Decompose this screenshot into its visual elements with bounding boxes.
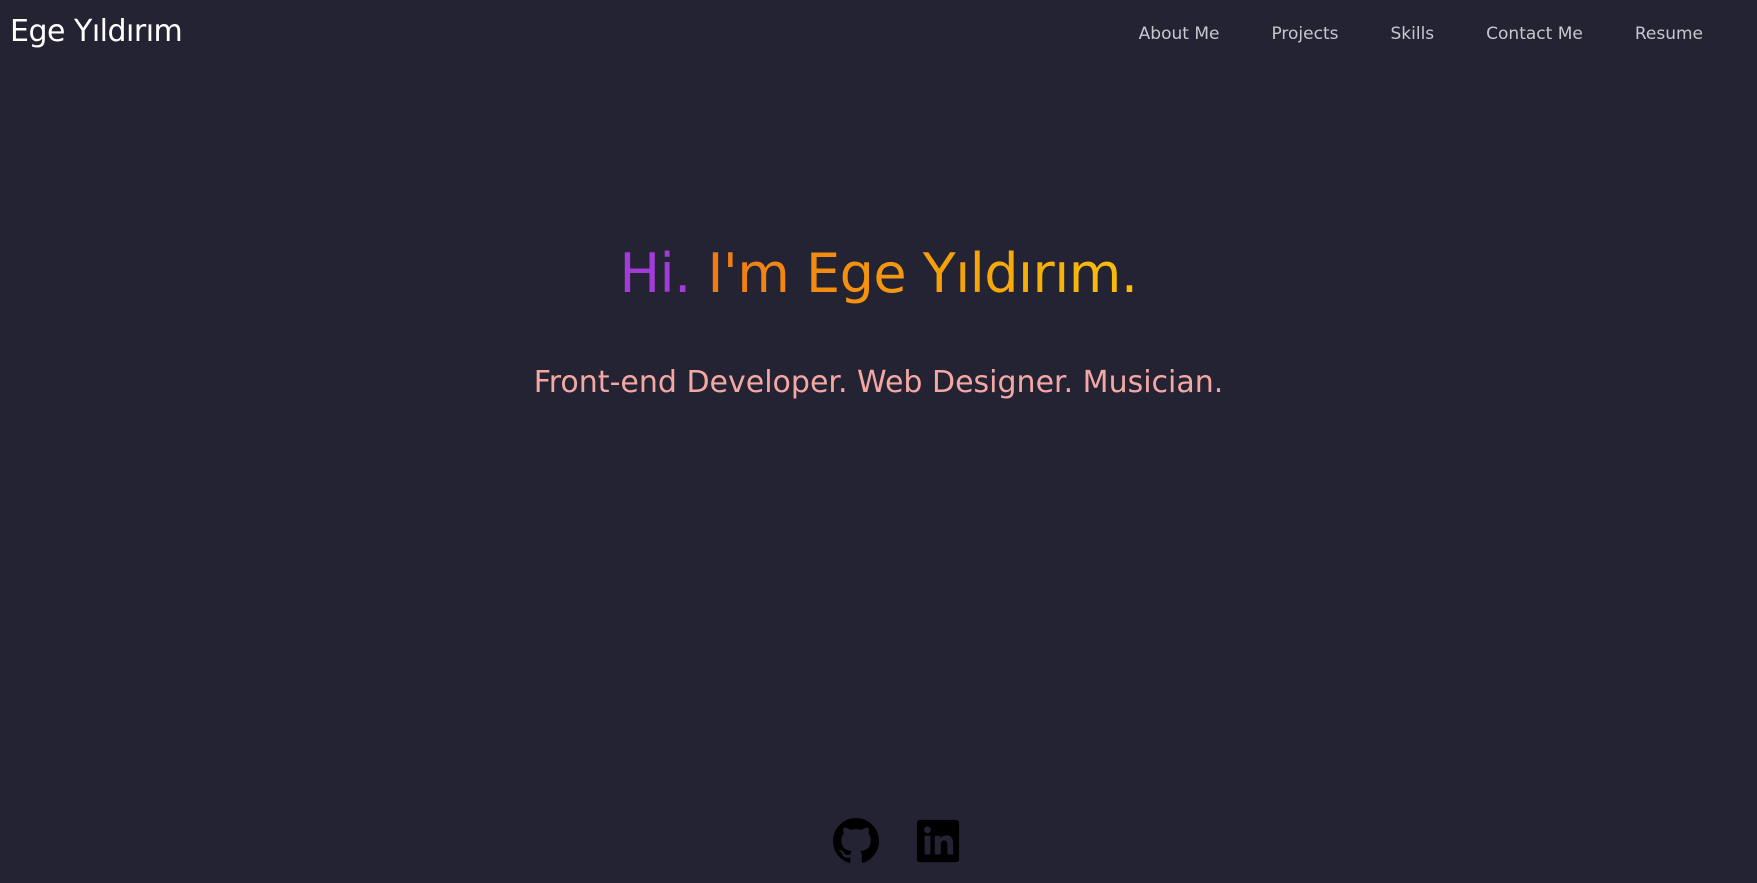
nav-link-projects[interactable]: Projects [1271,24,1338,44]
page: Ege Yıldırım About Me Projects Skills Co… [0,0,1757,883]
nav-link-skills[interactable]: Skills [1390,24,1434,44]
navbar: Ege Yıldırım About Me Projects Skills Co… [0,0,1757,68]
nav-link-contact-me[interactable]: Contact Me [1486,24,1583,44]
github-icon [832,818,879,863]
hero-subtitle: Front-end Developer. Web Designer. Music… [533,365,1224,400]
hero-title: Hi. I'm Ege Yıldırım. [0,242,1757,305]
social-links [0,818,1757,864]
nav-link-about-me[interactable]: About Me [1139,24,1220,44]
hero-title-name: I'm Ege Yıldırım. [707,242,1138,305]
nav-link-resume[interactable]: Resume [1635,24,1703,44]
github-link[interactable] [832,818,879,864]
linkedin-link[interactable] [915,818,961,864]
linkedin-icon [916,819,959,863]
brand-logo-link[interactable]: Ege Yıldırım [10,14,183,49]
nav-links: About Me Projects Skills Contact Me Resu… [1139,0,1757,68]
hero-title-hi: Hi. [619,242,691,305]
